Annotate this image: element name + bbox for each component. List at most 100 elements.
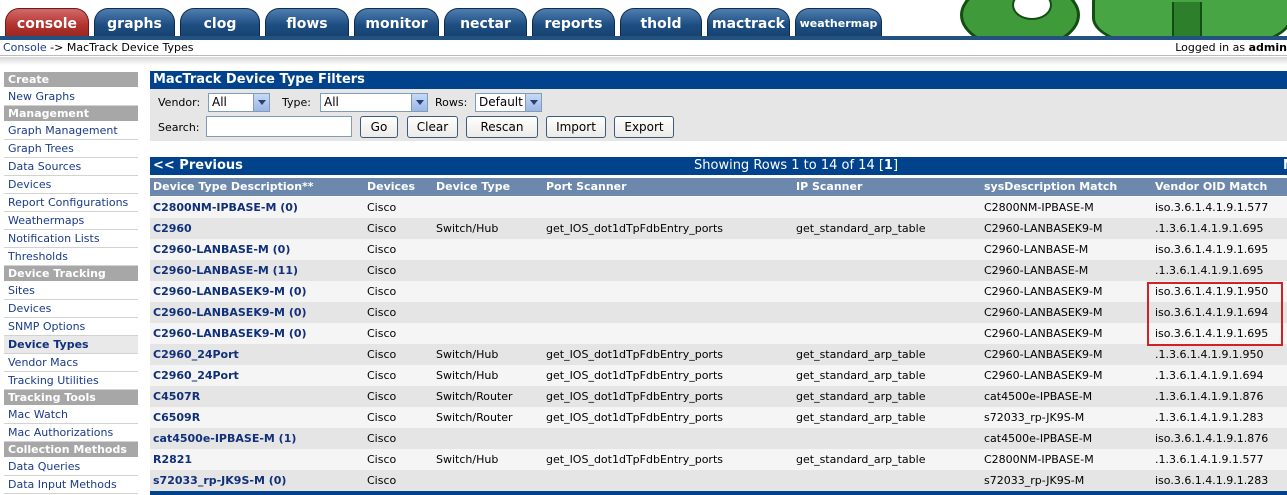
cell-devices: Cisco [367,411,397,424]
cell-vendor-oid: iso.3.6.1.4.1.9.1.283 [1155,474,1269,487]
clear-button[interactable]: Clear [407,116,458,138]
vendor-select-value: All [212,95,227,109]
cell-vendor-oid: .1.3.6.1.4.1.9.1.694 [1155,369,1264,382]
sidebar-item-device-types[interactable]: Device Types [4,336,138,354]
tab-weathermap[interactable]: weathermap [795,8,882,38]
cell-vendor-oid: .1.3.6.1.4.1.9.1.876 [1155,390,1264,403]
sidebar-item-data-sources[interactable]: Data Sources [4,158,138,176]
sidebar-section-management: Management [4,106,138,122]
sidebar-item-vendor-macs[interactable]: Vendor Macs [4,354,138,372]
device-type-link[interactable]: R2821 [153,449,192,470]
sidebar-item-data-queries[interactable]: Data Queries [4,458,138,476]
table-row: C2960-LANBASE-M (0) Cisco C2960-LANBASE-M i… [150,239,1287,260]
table-row: C2800NM-IPBASE-M (0) Cisco C2800NM-IPBASE-… [150,197,1287,218]
tab-clog[interactable]: clog [180,8,260,38]
device-type-link[interactable]: C2960-LANBASEK9-M (0) [153,323,307,344]
cell-devices: Cisco [367,327,397,340]
device-type-link[interactable]: C2800NM-IPBASE-M (0) [153,197,298,218]
cell-port-scanner: get_IOS_dot1dTpFdbEntry_ports [546,411,723,424]
cell-devices: Cisco [367,474,397,487]
cell-vendor-oid: .1.3.6.1.4.1.9.1.695 [1155,222,1264,235]
sidebar-item-thresholds[interactable]: Thresholds [4,248,138,266]
cell-sysdescr-match: C2960-LANBASEK9-M [984,306,1103,319]
sidebar-item-graph-trees[interactable]: Graph Trees [4,140,138,158]
header-col-vendor-oid: Vendor OID Match [1155,180,1268,193]
tab-monitor[interactable]: monitor [354,8,439,38]
device-type-link[interactable]: C2960-LANBASE-M (0) [153,239,290,260]
table-row: C2960-LANBASE-M (11) Cisco C2960-LANBASE-M… [150,260,1287,281]
tab-nectar[interactable]: nectar [444,8,527,38]
sidebar-item-snmp-options[interactable]: SNMP Options [4,318,138,336]
sidebar-item-report-configurations[interactable]: Report Configurations [4,194,138,212]
rows-select[interactable]: Default [475,93,542,112]
pager-current-page[interactable]: 1 [884,158,893,173]
device-type-link[interactable]: C4507R [153,386,200,407]
chevron-down-icon [411,94,427,111]
sidebar-item-sites[interactable]: Sites [4,282,138,300]
sidebar-item-mac-watch[interactable]: Mac Watch [4,406,138,424]
sidebar-item-notification-lists[interactable]: Notification Lists [4,230,138,248]
device-type-link[interactable]: C2960_24Port [153,344,239,365]
go-button[interactable]: Go [360,116,398,138]
breadcrumb-bar: Console -> MacTrack Device Types Logged … [0,40,1287,56]
cell-devices: Cisco [367,285,397,298]
sidebar-item-weathermaps[interactable]: Weathermaps [4,212,138,230]
device-type-link[interactable]: cat4500e-IPBASE-M (1) [153,428,296,449]
tab-thold[interactable]: thold [620,8,702,38]
next-page-link[interactable]: N [1283,157,1287,175]
cell-ip-scanner: get_standard_arp_table [796,390,926,403]
sidebar-section-device-tracking: Device Tracking [4,266,138,282]
export-button[interactable]: Export [614,116,674,138]
sidebar-item-mac-authorizations[interactable]: Mac Authorizations [4,424,138,442]
sidebar-item-tracking-utilities[interactable]: Tracking Utilities [4,372,138,390]
cell-sysdescr-match: C2800NM-IPBASE-M [984,201,1094,214]
device-type-link[interactable]: C2960 [153,218,192,239]
previous-page-link[interactable]: << Previous [153,157,243,175]
rows-select-value: Default [479,95,523,109]
cell-sysdescr-match: C2960-LANBASEK9-M [984,369,1103,382]
cell-ip-scanner: get_standard_arp_table [796,411,926,424]
device-type-link[interactable]: C6509R [153,407,200,428]
cell-ip-scanner: get_standard_arp_table [796,348,926,361]
device-type-link[interactable]: C2960_24Port [153,365,239,386]
table-row: C2960_24Port Cisco Switch/Hub get_IOS_dot1d… [150,365,1287,386]
type-select[interactable]: All [320,93,428,112]
cell-devices: Cisco [367,348,397,361]
table-row: C2960-LANBASEK9-M (0) Cisco C2960-LANBASEK… [150,323,1287,344]
rescan-button[interactable]: Rescan [466,116,538,138]
sidebar-item-graph-management[interactable]: Graph Management [4,122,138,140]
device-type-link[interactable]: C2960-LANBASE-M (11) [153,260,298,281]
header-col-devices: Devices [367,180,416,193]
table-row: C2960_24Port Cisco Switch/Hub get_IOS_dot1d… [150,344,1287,365]
cell-device-type: Switch/Hub [436,369,499,382]
vendor-select[interactable]: All [208,93,270,112]
cell-devices: Cisco [367,243,397,256]
sidebar-item-data-input-methods[interactable]: Data Input Methods [4,476,138,494]
cell-sysdescr-match: C2960-LANBASE-M [984,264,1089,277]
device-type-link[interactable]: C2960-LANBASEK9-M (0) [153,281,307,302]
cell-devices: Cisco [367,306,397,319]
cell-devices: Cisco [367,369,397,382]
table-row: C2960 Cisco Switch/Hub get_IOS_dot1dTpFdbEn… [150,218,1287,239]
sidebar-item-devices[interactable]: Devices [4,176,138,194]
device-type-link[interactable]: C2960-LANBASEK9-M (0) [153,302,307,323]
sidebar-item-new-graphs[interactable]: New Graphs [4,88,138,106]
tab-mactrack[interactable]: mactrack [707,8,790,38]
cell-devices: Cisco [367,264,397,277]
sidebar-item-devices[interactable]: Devices [4,300,138,318]
breadcrumb-current: MacTrack Device Types [66,41,194,54]
breadcrumb-console-link[interactable]: Console [3,41,47,54]
tab-graphs[interactable]: graphs [94,8,175,38]
search-input[interactable] [206,116,352,137]
tab-reports[interactable]: reports [532,8,615,38]
table-row: C4507R Cisco Switch/Router get_IOS_dot1dTpF… [150,386,1287,407]
login-status: Logged in as admin [1175,41,1287,54]
tab-console[interactable]: console [5,8,89,38]
import-button[interactable]: Import [546,116,606,138]
table-row: cat4500e-IPBASE-M (1) Cisco cat4500e-IPBAS… [150,428,1287,449]
tab-flows[interactable]: flows [265,8,349,38]
device-type-link[interactable]: s72033_rp-JK9S-M (0) [153,470,286,491]
table-row: s72033_rp-JK9S-M (0) Cisco s72033_rp-JK9S-… [150,470,1287,491]
header-col-description[interactable]: Device Type Description** [153,178,314,196]
cell-sysdescr-match: s72033_rp-JK9S-M [984,474,1085,487]
